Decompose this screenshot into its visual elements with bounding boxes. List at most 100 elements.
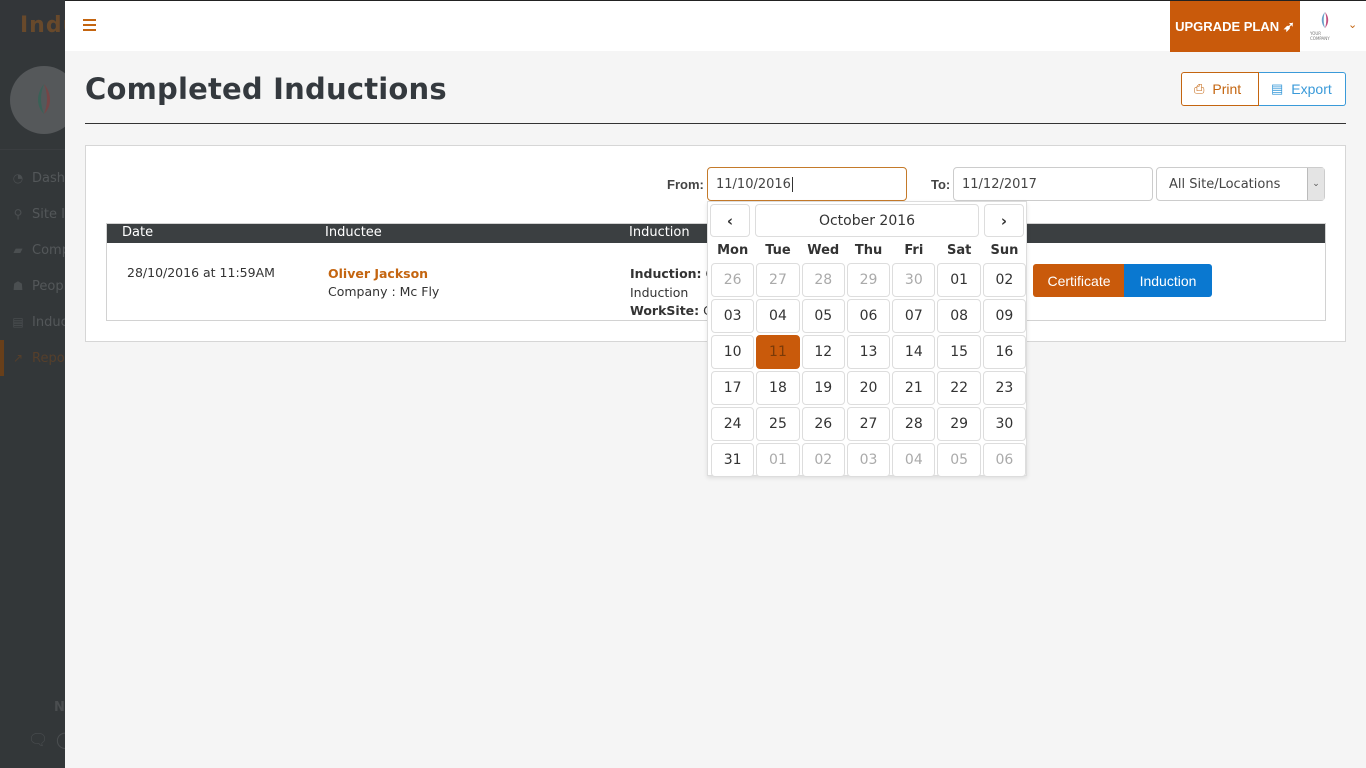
- day-cell[interactable]: 23: [982, 371, 1027, 405]
- chevron-left-icon: ‹: [726, 211, 734, 230]
- weekday-label: Mon: [717, 243, 749, 258]
- weekday-label: Sat: [946, 243, 972, 258]
- chart-line-icon: ↗: [12, 351, 24, 365]
- day-cell[interactable]: 28: [801, 263, 845, 297]
- day-cell[interactable]: 18: [756, 371, 800, 405]
- text-cursor: [791, 176, 793, 192]
- company-logo-icon: [1321, 11, 1329, 29]
- from-label: From:: [667, 177, 704, 192]
- weekday-label: Tue: [765, 243, 791, 258]
- weekday-label: Thu: [854, 243, 883, 258]
- column-header-induction[interactable]: Induction: [629, 225, 690, 240]
- weekday-header: Mon Tue Wed Thu Fri Sat Sun: [710, 240, 1024, 262]
- day-cell[interactable]: 01: [937, 263, 981, 297]
- month-title-button[interactable]: October 2016: [755, 204, 979, 237]
- day-cell[interactable]: 02: [982, 263, 1027, 297]
- day-cell[interactable]: 05: [801, 299, 845, 333]
- day-cell[interactable]: 27: [756, 263, 800, 297]
- company-logo-icon: [38, 83, 50, 114]
- chevron-down-icon: ⌄: [1307, 168, 1324, 200]
- book-icon: ▰: [13, 243, 23, 257]
- weekday-label: Wed: [807, 243, 840, 258]
- inductee-cell: Oliver Jackson Company : Mc Fly: [328, 265, 439, 301]
- chat-icon[interactable]: 🗨: [28, 730, 48, 749]
- worksite-label: WorkSite:: [630, 303, 700, 318]
- company-logo[interactable]: YOUR COMPANY: [1310, 11, 1340, 41]
- to-date-value: 11/12/2017: [962, 176, 1037, 192]
- day-cell[interactable]: 17: [711, 371, 755, 405]
- day-cell[interactable]: 12: [801, 335, 845, 369]
- day-cell[interactable]: 29: [846, 263, 891, 297]
- day-cell[interactable]: 25: [756, 407, 800, 441]
- day-cell[interactable]: 15: [937, 335, 981, 369]
- weekday-label: Sun: [990, 243, 1019, 258]
- print-label: Print: [1212, 81, 1242, 97]
- sidebar-footer-text: N: [54, 700, 65, 715]
- day-cell[interactable]: 03: [846, 443, 891, 477]
- day-cell[interactable]: 05: [937, 443, 981, 477]
- day-cell[interactable]: 27: [846, 407, 891, 441]
- day-cell[interactable]: 26: [711, 263, 755, 297]
- export-label: Export: [1291, 81, 1332, 97]
- users-icon: ☗: [12, 279, 24, 293]
- day-cell[interactable]: 04: [756, 299, 800, 333]
- to-date-input[interactable]: 11/12/2017: [953, 167, 1153, 201]
- day-cell[interactable]: 19: [801, 371, 845, 405]
- day-cell[interactable]: 09: [982, 299, 1027, 333]
- day-cell[interactable]: 22: [937, 371, 981, 405]
- export-button-group: ⎙ Print ▤ Export: [1181, 72, 1346, 106]
- day-grid: 26 27 28 29 30 01 02 03 04 05 06 07 08 09 10 11 12 13 14 15…: [710, 262, 1027, 478]
- from-date-value: 11/10/2016: [716, 176, 791, 192]
- day-cell[interactable]: 10: [711, 335, 755, 369]
- prev-month-button[interactable]: ‹: [710, 204, 750, 237]
- day-cell[interactable]: 06: [846, 299, 891, 333]
- day-cell-selected[interactable]: 11: [756, 335, 800, 369]
- day-cell[interactable]: 16: [982, 335, 1027, 369]
- day-cell[interactable]: 28: [892, 407, 936, 441]
- print-button[interactable]: ⎙ Print: [1181, 72, 1259, 106]
- day-cell[interactable]: 01: [756, 443, 800, 477]
- export-button[interactable]: ▤ Export: [1259, 72, 1346, 106]
- company-logo-text: YOUR COMPANY: [1310, 31, 1330, 41]
- day-cell[interactable]: 02: [801, 443, 845, 477]
- day-cell[interactable]: 06: [982, 443, 1027, 477]
- day-cell[interactable]: 04: [892, 443, 936, 477]
- date-cell: 28/10/2016 at 11:59AM: [127, 265, 275, 280]
- sidebar-item-label: Peopl: [32, 278, 68, 294]
- column-header-inductee[interactable]: Inductee: [325, 225, 382, 240]
- file-icon: ▤: [12, 315, 24, 329]
- print-icon: ⎙: [1194, 81, 1205, 96]
- inductee-name-link[interactable]: Oliver Jackson: [328, 265, 439, 283]
- day-cell[interactable]: 24: [711, 407, 755, 441]
- induction-label: Induction:: [630, 266, 702, 281]
- day-cell[interactable]: 08: [937, 299, 981, 333]
- inductee-company: Company : Mc Fly: [328, 284, 440, 299]
- certificate-button[interactable]: Certificate: [1033, 264, 1125, 297]
- datepicker-popup: ‹ October 2016 › Mon Tue Wed Thu Fri Sat Sun 2…: [707, 201, 1027, 478]
- day-cell[interactable]: 29: [937, 407, 981, 441]
- column-header-date[interactable]: Date: [122, 225, 153, 240]
- sidebar-item-label: Repo: [32, 350, 65, 366]
- day-cell[interactable]: 07: [892, 299, 936, 333]
- location-select[interactable]: All Site/Locations ⌄: [1156, 167, 1325, 201]
- hamburger-menu-icon[interactable]: [83, 19, 96, 31]
- map-marker-icon: ⚲: [13, 207, 23, 221]
- upgrade-plan-button[interactable]: UPGRADE PLAN ➶: [1170, 1, 1300, 52]
- file-text-icon: ▤: [1271, 81, 1284, 96]
- weekday-label: Fri: [904, 243, 924, 258]
- day-cell[interactable]: 30: [892, 263, 936, 297]
- day-cell[interactable]: 14: [892, 335, 936, 369]
- day-cell[interactable]: 21: [892, 371, 936, 405]
- day-cell[interactable]: 03: [711, 299, 755, 333]
- day-cell[interactable]: 31: [711, 443, 755, 477]
- day-cell[interactable]: 30: [982, 407, 1027, 441]
- next-month-button[interactable]: ›: [984, 204, 1024, 237]
- day-cell[interactable]: 13: [846, 335, 891, 369]
- view-induction-button[interactable]: Induction: [1124, 264, 1212, 297]
- location-selected-value: All Site/Locations: [1169, 176, 1281, 192]
- chevron-down-icon[interactable]: ⌄: [1348, 18, 1357, 31]
- day-cell[interactable]: 20: [846, 371, 891, 405]
- to-label: To:: [931, 177, 951, 192]
- day-cell[interactable]: 26: [801, 407, 845, 441]
- from-date-input[interactable]: 11/10/2016: [707, 167, 907, 201]
